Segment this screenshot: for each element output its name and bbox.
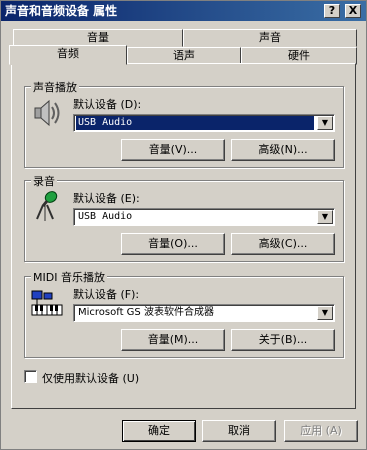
chevron-down-icon[interactable]: ▼ [317, 210, 333, 224]
playback-device-select[interactable]: USB Audio ▼ [73, 114, 335, 132]
only-default-devices-label[interactable]: 仅使用默认设备 (U) [42, 370, 139, 386]
midi-playback-group: MIDI 音乐播放 默认设备 (F): Microsoft GS 波表软件合成器 [24, 269, 344, 358]
recording-device-select[interactable]: USB Audio ▼ [73, 208, 335, 226]
midi-playback-label: MIDI 音乐播放 [31, 269, 107, 285]
sound-playback-group: 声音播放 默认设备 (D): USB Audio ▼ 音量(V)... 高级(N… [24, 79, 344, 168]
playback-device-value: USB Audio [76, 116, 314, 130]
apply-button[interactable]: 应用 (A) [284, 420, 358, 442]
window-title: 声音和音频设备 属性 [5, 4, 118, 18]
recording-group: 录音 默认设备 (E): USB Audio ▼ 音量(O)... 高级(C).… [24, 173, 344, 262]
only-default-devices-checkbox[interactable] [24, 370, 37, 383]
recording-volume-button[interactable]: 音量(O)... [121, 233, 225, 255]
audio-tab-panel: 声音播放 默认设备 (D): USB Audio ▼ 音量(V)... 高级(N… [11, 63, 356, 409]
midi-device-value: Microsoft GS 波表软件合成器 [78, 307, 214, 318]
tab-sounds[interactable]: 声音 [183, 29, 357, 47]
midi-volume-button[interactable]: 音量(M)... [121, 329, 225, 351]
cancel-button[interactable]: 取消 [202, 420, 276, 442]
midi-device-select[interactable]: Microsoft GS 波表软件合成器 ▼ [73, 304, 335, 322]
midi-about-button[interactable]: 关于(B)... [231, 329, 335, 351]
recording-label: 录音 [31, 173, 57, 189]
title-bar: 声音和音频设备 属性 ? X [1, 1, 366, 21]
help-button[interactable]: ? [324, 4, 340, 18]
playback-device-label: 默认设备 (D): [73, 98, 142, 111]
ok-button[interactable]: 确定 [122, 420, 196, 442]
close-button[interactable]: X [345, 4, 361, 18]
recording-advanced-button[interactable]: 高级(C)... [231, 233, 335, 255]
chevron-down-icon[interactable]: ▼ [317, 116, 333, 130]
midi-keyboard-icon [31, 290, 63, 316]
recording-device-label: 默认设备 (E): [73, 192, 140, 205]
playback-advanced-button[interactable]: 高级(N)... [231, 139, 335, 161]
playback-volume-button[interactable]: 音量(V)... [121, 139, 225, 161]
recording-device-value: USB Audio [78, 211, 133, 222]
speaker-icon [34, 99, 60, 127]
tab-audio[interactable]: 音频 [9, 45, 127, 65]
midi-device-label: 默认设备 (F): [73, 288, 140, 301]
properties-window: 声音和音频设备 属性 ? X 音量 声音 音频 语声 硬件 声音播放 默认设备 … [0, 0, 367, 450]
microphone-icon [36, 191, 58, 221]
sound-playback-label: 声音播放 [31, 79, 79, 95]
chevron-down-icon[interactable]: ▼ [317, 306, 333, 320]
